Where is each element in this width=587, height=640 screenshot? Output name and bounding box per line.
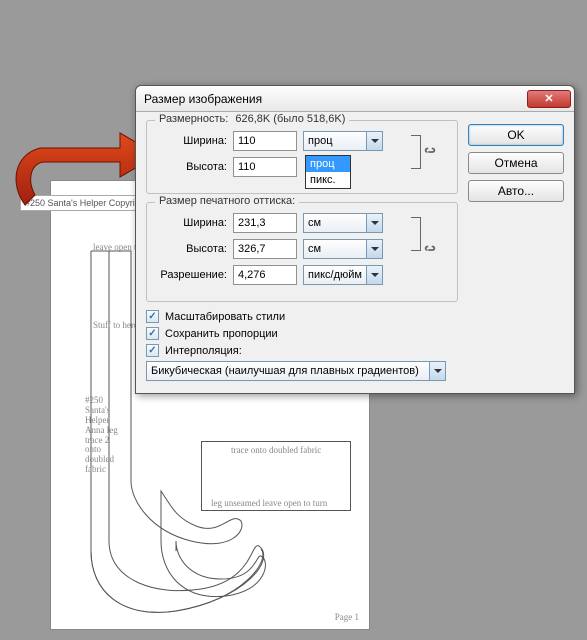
print-height-label: Высота: — [155, 243, 227, 255]
chain-icon — [423, 145, 437, 159]
resample-label: Интерполяция: — [165, 345, 242, 357]
chevron-down-icon — [366, 266, 382, 284]
dimensions-info: 626,8K (было 518,6K) — [235, 113, 345, 125]
chain-icon — [423, 243, 437, 257]
pixel-width-input[interactable] — [233, 131, 297, 151]
close-icon: ✕ — [544, 92, 553, 105]
print-width-input[interactable] — [233, 213, 297, 233]
print-legend: Размер печатного оттиска: — [155, 195, 299, 207]
pixel-width-unit-value: проц — [308, 135, 333, 147]
pixel-height-input[interactable] — [233, 157, 297, 177]
constrain-proportions-label: Сохранить пропорции — [165, 328, 278, 340]
note-part-label: #250 Santa's Helper Anna leg trace 2 ont… — [85, 396, 125, 475]
print-height-unit-value: см — [308, 243, 321, 255]
scale-styles-label: Масштабировать стили — [165, 311, 285, 323]
link-bracket-icon — [411, 217, 421, 251]
auto-button[interactable]: Авто... — [468, 180, 564, 202]
resolution-label: Разрешение: — [155, 269, 227, 281]
print-width-unit-value: см — [308, 217, 321, 229]
interpolation-select[interactable]: Бикубическая (наилучшая для плавных град… — [146, 361, 446, 381]
print-height-input[interactable] — [233, 239, 297, 259]
chevron-down-icon — [366, 214, 382, 232]
link-bracket-icon — [411, 135, 421, 169]
ok-button[interactable]: OK — [468, 124, 564, 146]
print-height-unit-select[interactable]: см — [303, 239, 383, 259]
unit-dropdown: проц пикс. — [305, 155, 351, 189]
print-width-unit-select[interactable]: см — [303, 213, 383, 233]
constrain-proportions-checkbox[interactable] — [146, 327, 159, 340]
note-trace: trace onto doubled fabric — [231, 446, 321, 456]
pixel-dimensions-group: Размерность: 626,8K (было 518,6K) Ширина… — [146, 120, 458, 194]
resolution-unit-select[interactable]: пикс/дюйм — [303, 265, 383, 285]
chevron-down-icon — [366, 240, 382, 258]
resample-checkbox[interactable] — [146, 344, 159, 357]
image-size-dialog: Размер изображения ✕ Размерность: 626,8K… — [135, 85, 575, 394]
close-button[interactable]: ✕ — [527, 90, 571, 108]
resolution-input[interactable] — [233, 265, 297, 285]
note-bottom: leg unseamed leave open to turn — [211, 499, 327, 509]
unit-option-pixels[interactable]: пикс. — [306, 172, 350, 188]
scale-styles-checkbox[interactable] — [146, 310, 159, 323]
page-number: Page 1 — [335, 613, 359, 623]
unit-option-percent[interactable]: проц — [306, 156, 350, 172]
print-size-group: Размер печатного оттиска: Ширина: см Выс… — [146, 202, 458, 302]
note-stuff: Stuff to here — [93, 321, 138, 331]
interpolation-value: Бикубическая (наилучшая для плавных град… — [151, 365, 419, 377]
dialog-titlebar[interactable]: Размер изображения ✕ — [136, 86, 574, 112]
chevron-down-icon — [366, 132, 382, 150]
dimensions-legend: Размерность: — [159, 113, 228, 125]
chevron-down-icon — [429, 362, 445, 380]
pixel-width-unit-select[interactable]: проц — [303, 131, 383, 151]
cancel-button[interactable]: Отмена — [468, 152, 564, 174]
print-width-label: Ширина: — [155, 217, 227, 229]
resolution-unit-value: пикс/дюйм — [308, 269, 362, 281]
pixel-width-label: Ширина: — [155, 135, 227, 147]
pixel-height-label: Высота: — [155, 161, 227, 173]
dialog-title: Размер изображения — [144, 92, 527, 106]
